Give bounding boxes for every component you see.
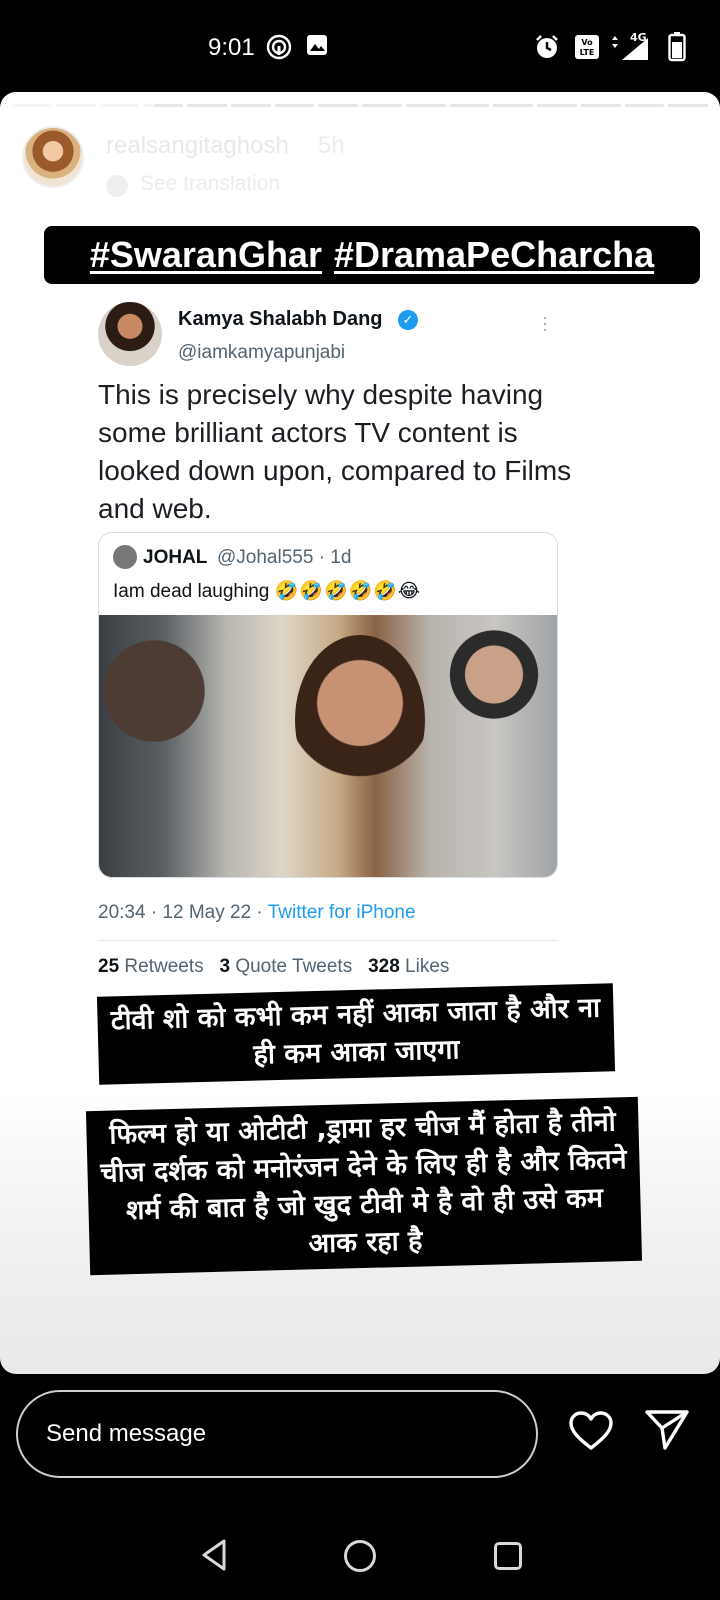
story-username[interactable]: realsangitaghosh bbox=[106, 132, 289, 160]
recent-apps-icon[interactable] bbox=[494, 1542, 522, 1570]
progress-segment bbox=[537, 104, 577, 107]
quoted-tweet-image bbox=[99, 615, 557, 877]
status-bar: 9:01 Vo LTE 4G bbox=[0, 0, 720, 92]
quoted-tweet-body: Iam dead laughing bbox=[113, 581, 270, 602]
quoted-tweet: JOHAL @Johal555 · 1d Iam dead laughing 🤣… bbox=[98, 532, 558, 878]
image-icon bbox=[306, 34, 328, 61]
tweet-datetime: 20:34 · 12 May 22 · bbox=[98, 902, 268, 923]
progress-segment bbox=[143, 104, 183, 107]
progress-segment bbox=[230, 104, 271, 107]
progress-segment bbox=[362, 104, 402, 107]
tweet-text: This is precisely why despite having som… bbox=[98, 379, 572, 524]
progress-segment bbox=[580, 104, 621, 107]
progress-segment bbox=[99, 104, 140, 107]
story-time-ago: 5h bbox=[318, 132, 345, 159]
signal-icon: 4G bbox=[606, 30, 650, 67]
back-icon[interactable] bbox=[200, 1538, 228, 1577]
hashtag-link[interactable]: #SwaranGhar bbox=[90, 234, 322, 276]
laughing-emoji-icon: 🤣🤣🤣🤣🤣😂 bbox=[274, 581, 422, 602]
likes-count: 328 bbox=[368, 956, 400, 977]
home-icon[interactable] bbox=[344, 1540, 376, 1572]
progress-segment bbox=[668, 104, 708, 107]
caption-text: फिल्म हो या ओटीटी ,ड्रामा हर चीज मैं होत… bbox=[85, 1096, 643, 1276]
progress-segment bbox=[55, 104, 96, 107]
translate-icon[interactable] bbox=[106, 175, 128, 197]
quoted-tweet-avatar bbox=[113, 545, 137, 569]
heart-icon[interactable] bbox=[568, 1410, 614, 1457]
progress-segment bbox=[187, 104, 227, 107]
divider bbox=[98, 940, 558, 941]
hashtag-banner: #SwaranGhar #DramaPeCharcha bbox=[44, 226, 700, 284]
hotspot-icon bbox=[266, 34, 292, 65]
battery-icon bbox=[668, 32, 686, 67]
progress-segment bbox=[318, 104, 358, 107]
story-progress-bar bbox=[12, 104, 708, 107]
tweet-author-avatar bbox=[98, 302, 162, 366]
svg-text:LTE: LTE bbox=[580, 48, 595, 57]
quoted-tweet-name: JOHAL bbox=[143, 547, 208, 568]
send-message-placeholder: Send message bbox=[46, 1420, 207, 1447]
send-icon[interactable] bbox=[644, 1408, 690, 1457]
retweets-count: 25 bbox=[98, 956, 120, 977]
tweet-source: Twitter for iPhone bbox=[267, 902, 416, 923]
status-time: 9:01 bbox=[208, 34, 255, 61]
tweet-author-name: Kamya Shalabh Dang bbox=[178, 308, 383, 330]
see-translation-link[interactable]: See translation bbox=[140, 172, 280, 196]
tweet-screenshot: Kamya Shalabh Dang ✓ @iamkamyapunjabi · ·… bbox=[86, 290, 586, 980]
progress-segment bbox=[624, 104, 665, 107]
tweet-more-icon: · · · bbox=[542, 307, 548, 339]
quoted-tweet-handle: @Johal555 · 1d bbox=[217, 547, 352, 568]
story-author-avatar[interactable] bbox=[22, 126, 84, 188]
retweets-label: Retweets bbox=[124, 956, 204, 977]
tweet-timestamp: 20:34 · 12 May 22 · Twitter for iPhone bbox=[98, 902, 416, 924]
progress-segment bbox=[493, 104, 533, 107]
hashtag-link[interactable]: #DramaPeCharcha bbox=[334, 234, 654, 276]
tweet-author-handle: @iamkamyapunjabi bbox=[178, 342, 346, 363]
quote-tweets-label: Quote Tweets bbox=[235, 956, 353, 977]
tweet-stats: 25 Retweets 3 Quote Tweets 328 Likes bbox=[98, 956, 449, 978]
volte-icon: Vo LTE bbox=[574, 34, 600, 65]
svg-text:Vo: Vo bbox=[581, 38, 593, 47]
progress-segment bbox=[12, 104, 52, 107]
verified-badge-icon: ✓ bbox=[398, 310, 418, 330]
progress-segment bbox=[274, 104, 315, 107]
quoted-tweet-text: Iam dead laughing 🤣🤣🤣🤣🤣😂 bbox=[113, 579, 421, 603]
progress-segment bbox=[405, 104, 446, 107]
likes-label: Likes bbox=[405, 956, 450, 977]
progress-segment bbox=[449, 104, 490, 107]
alarm-icon bbox=[534, 34, 560, 65]
quote-tweets-count: 3 bbox=[219, 956, 231, 977]
more-options-icon[interactable] bbox=[666, 138, 674, 174]
caption-text: टीवी शो को कभी कम नहीं आका जाता है और ना… bbox=[96, 983, 616, 1085]
